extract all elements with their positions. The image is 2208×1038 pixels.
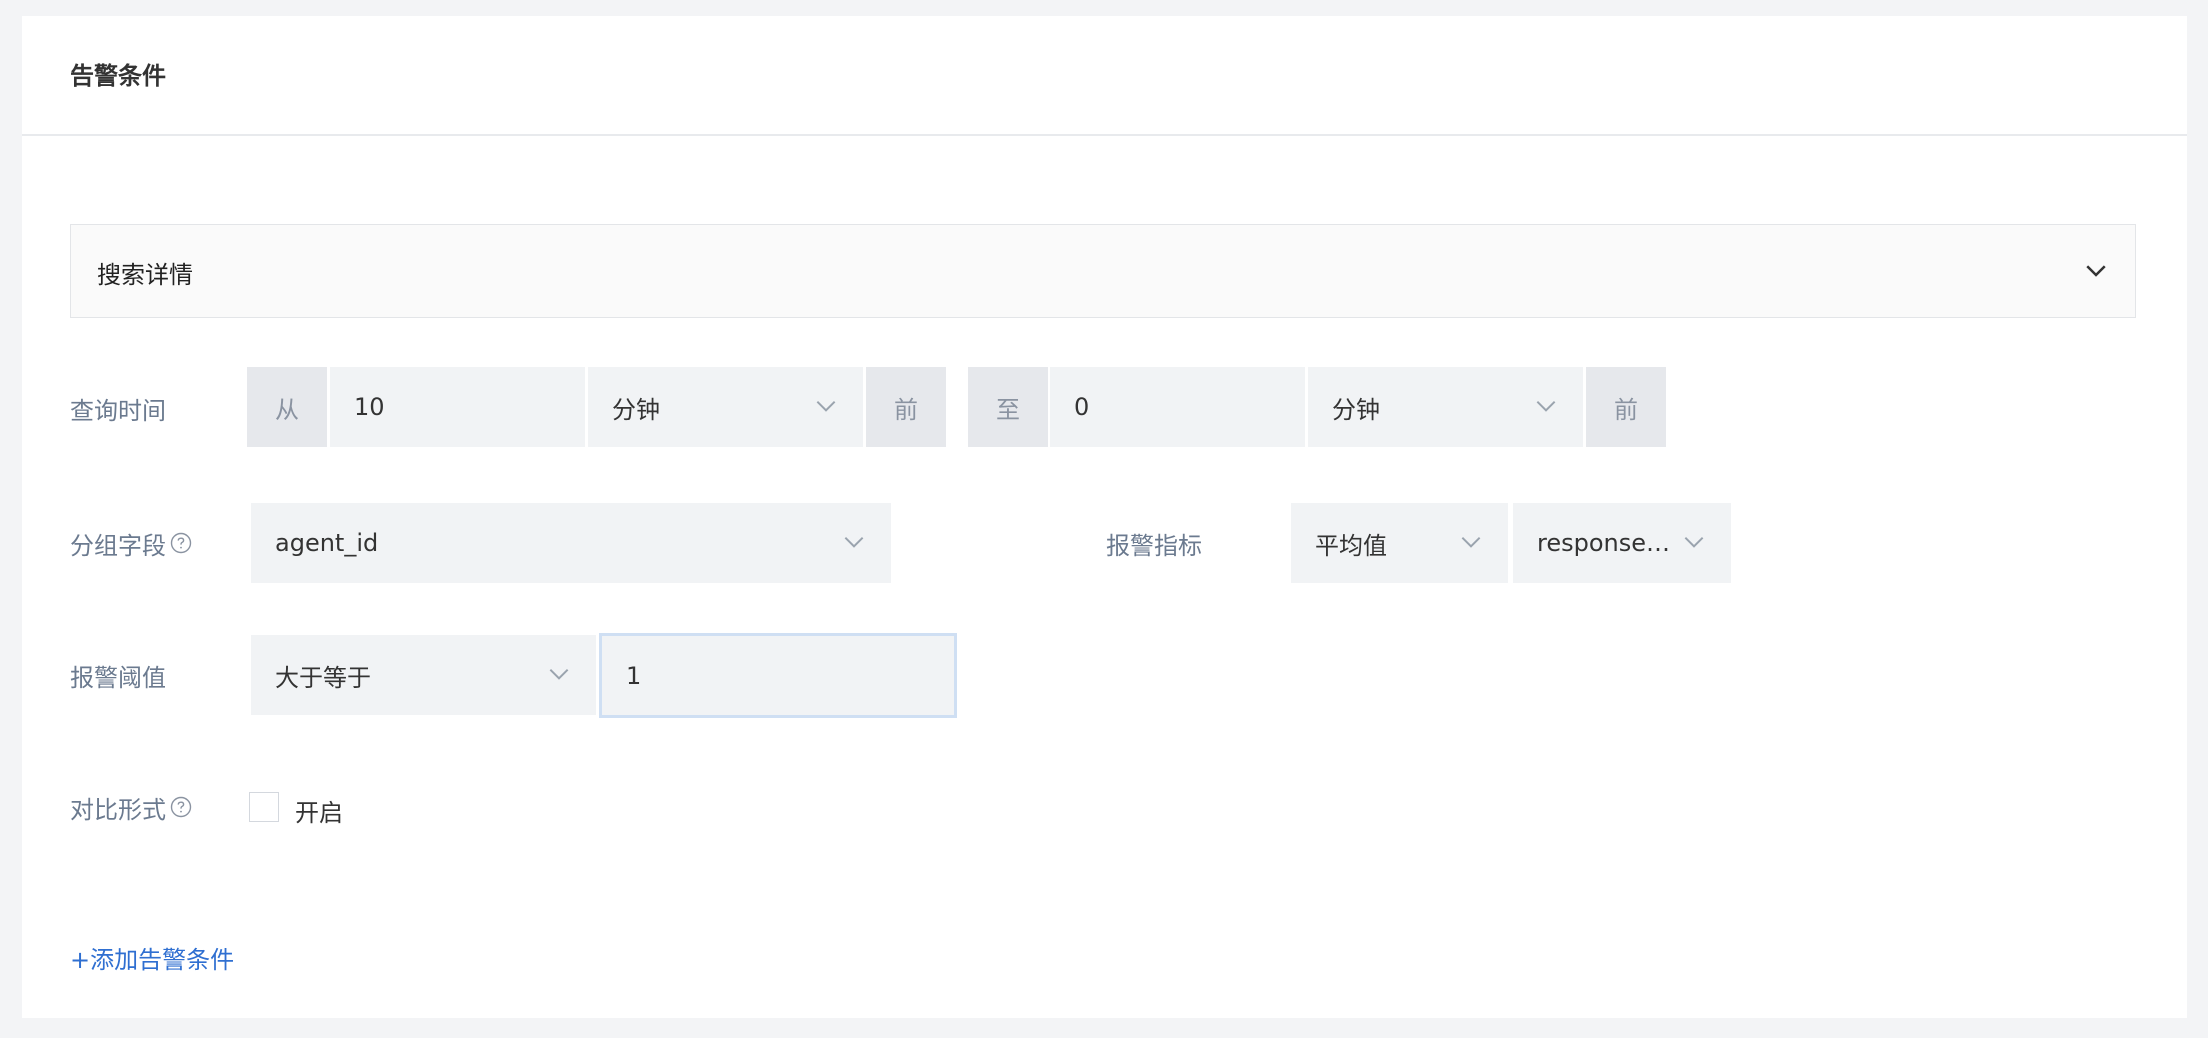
threshold-value-input[interactable]: 1 (599, 633, 957, 718)
compare-mode-checkbox-label[interactable]: 开启 (295, 793, 343, 828)
to-prefix: 至 (968, 367, 1048, 447)
chevron-down-icon (816, 400, 836, 412)
chevron-down-icon (549, 668, 569, 680)
chevron-down-icon (1536, 400, 1556, 412)
query-time-label: 查询时间 (70, 396, 166, 425)
search-details-label: 搜索详情 (97, 261, 193, 289)
from-unit-select[interactable]: 分钟 (588, 367, 863, 447)
compare-mode-checkbox[interactable] (249, 792, 279, 822)
compare-mode-label: 对比形式 (70, 787, 192, 827)
threshold-operator-select[interactable]: 大于等于 (251, 635, 596, 715)
group-field-label: 分组字段 (70, 523, 192, 563)
chevron-down-icon (1684, 536, 1704, 548)
to-value-input[interactable]: 0 (1050, 367, 1305, 447)
search-details-collapse[interactable]: 搜索详情 (70, 224, 2136, 318)
to-unit-select[interactable]: 分钟 (1308, 367, 1583, 447)
alert-metric-label: 报警指标 (1106, 531, 1202, 560)
add-alert-condition-link[interactable]: +添加告警条件 (70, 940, 234, 975)
to-suffix: 前 (1586, 367, 1666, 447)
from-value-input[interactable]: 10 (330, 367, 585, 447)
panel-header: 告警条件 (22, 16, 2187, 136)
alert-field-select[interactable]: response… (1513, 503, 1731, 583)
chevron-down-icon (844, 536, 864, 548)
alert-threshold-label: 报警阈值 (70, 663, 166, 692)
from-prefix: 从 (247, 367, 327, 447)
from-suffix: 前 (866, 367, 946, 447)
group-field-select[interactable]: agent_id (251, 503, 891, 583)
question-circle-icon[interactable] (170, 796, 192, 818)
alert-aggregation-select[interactable]: 平均值 (1291, 503, 1508, 583)
chevron-down-icon (1461, 536, 1481, 548)
question-circle-icon[interactable] (170, 532, 192, 554)
chevron-down-icon (2086, 265, 2106, 277)
panel-title: 告警条件 (70, 62, 166, 90)
